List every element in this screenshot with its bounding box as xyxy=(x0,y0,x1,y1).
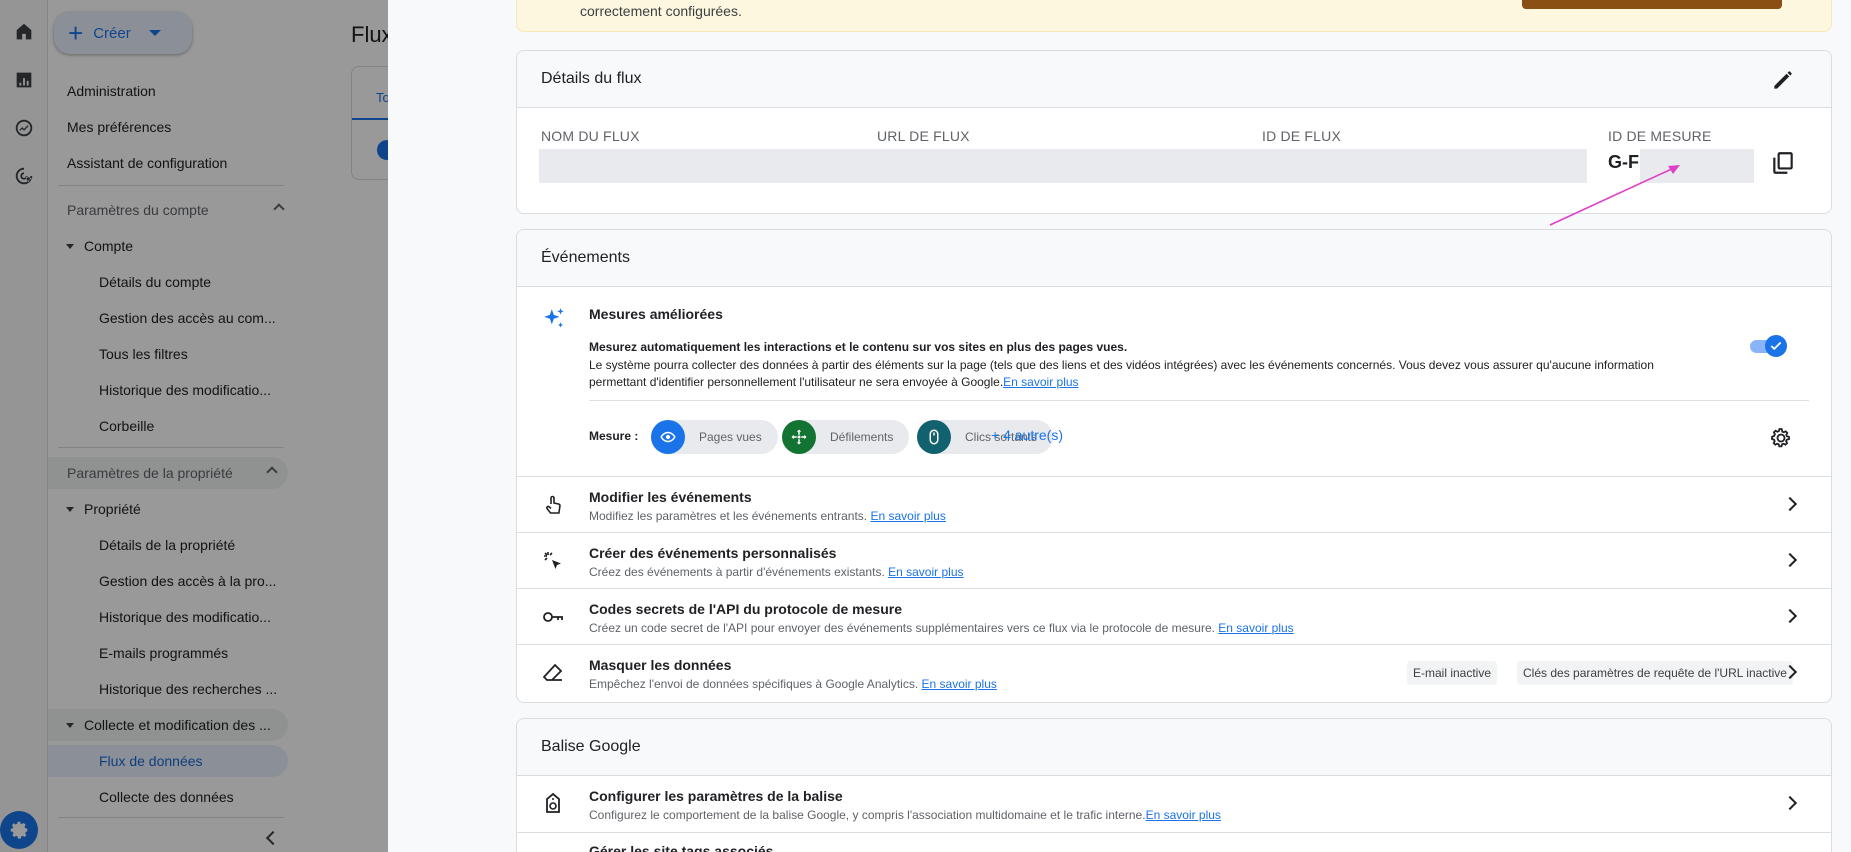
card-title: Détails du flux xyxy=(541,70,642,87)
chip-label: Défilements xyxy=(830,430,894,444)
enhanced-measurement-toggle[interactable] xyxy=(1750,335,1788,357)
chevron-right-icon xyxy=(1782,496,1798,512)
events-card: Événements Mesures améliorées Mesurez au… xyxy=(516,229,1832,703)
row-description: Créez un code secret de l'API pour envoy… xyxy=(589,621,1294,635)
banner-text: correctement configurées. xyxy=(580,3,742,19)
mouse-icon xyxy=(917,420,951,454)
row-description: Modifiez les paramètres et les événement… xyxy=(589,509,946,523)
tag-icon xyxy=(546,792,560,813)
description-text: Le système pourra collecter des données … xyxy=(589,358,1654,389)
edit-pencil-icon[interactable] xyxy=(1770,67,1796,93)
cursor-click-icon xyxy=(544,552,561,569)
redacted-values xyxy=(539,149,1587,183)
settings-gear-icon[interactable] xyxy=(1769,426,1793,450)
row-title: Modifier les événements xyxy=(589,489,752,505)
label-stream-id: ID DE FLUX xyxy=(1262,128,1342,144)
status-badge: E-mail inactive xyxy=(1407,661,1498,685)
enhanced-measurement-description: Le système pourra collecter des données … xyxy=(589,357,1709,390)
more-measures-link[interactable]: + 4 autre(s) xyxy=(991,427,1063,443)
description-text: Modifiez les paramètres et les événement… xyxy=(589,509,868,523)
row-api-secrets[interactable]: Codes secrets de l'API du protocole de m… xyxy=(517,588,1831,644)
label-stream-url: URL DE FLUX xyxy=(877,128,970,144)
chip-label: Pages vues xyxy=(699,430,762,444)
learn-more-link[interactable]: En savoir plus xyxy=(1218,621,1293,635)
row-title: Créer des événements personnalisés xyxy=(589,545,837,561)
chevron-right-icon xyxy=(1782,608,1798,624)
row-manage-site-tags[interactable]: Gérer les site tags associés xyxy=(517,832,1831,852)
row-title: Codes secrets de l'API du protocole de m… xyxy=(589,601,902,617)
card-header: Balise Google xyxy=(517,719,1831,776)
row-description: Configurez le comportement de la balise … xyxy=(589,808,1221,822)
learn-more-link[interactable]: En savoir plus xyxy=(922,677,997,691)
stream-details-panel: correctement configurées. Détails du flu… xyxy=(388,0,1851,852)
learn-more-link[interactable]: En savoir plus xyxy=(1003,375,1078,389)
label-measurement-id: ID DE MESURE xyxy=(1608,128,1712,144)
card-title: Événements xyxy=(541,249,630,266)
description-text: Créez des événements à partir d'événemen… xyxy=(589,565,885,579)
card-header: Événements xyxy=(517,230,1831,287)
card-title: Balise Google xyxy=(541,738,641,755)
check-icon xyxy=(1770,341,1782,351)
annotation-arrow xyxy=(1549,165,1680,226)
learn-more-link[interactable]: En savoir plus xyxy=(870,509,945,523)
enhanced-measurement-summary: Mesurez automatiquement les interactions… xyxy=(589,340,1128,354)
touch-hand-icon xyxy=(546,495,561,514)
description-text: Créez un code secret de l'API pour envoy… xyxy=(589,621,1215,635)
chip-page-views[interactable]: Pages vues xyxy=(651,420,778,454)
row-configure-tag[interactable]: Configurer les paramètres de la balise C… xyxy=(517,776,1831,832)
learn-more-link[interactable]: En savoir plus xyxy=(1146,808,1221,822)
section-divider xyxy=(589,400,1809,401)
banner-action-button[interactable] xyxy=(1522,0,1782,9)
chip-scrolls[interactable]: Défilements xyxy=(782,420,910,454)
chevron-right-icon xyxy=(1782,795,1798,811)
description-text: Configurez le comportement de la balise … xyxy=(589,808,1146,822)
chevron-right-icon xyxy=(1782,552,1798,568)
eraser-icon xyxy=(542,663,563,681)
row-description: Empêchez l'envoi de données spécifiques … xyxy=(589,677,997,691)
status-badge: Clés des paramètres de requête de l'URL … xyxy=(1517,661,1793,685)
measure-label: Mesure : xyxy=(589,429,639,443)
warning-banner: correctement configurées. xyxy=(516,0,1832,32)
card-header: Détails du flux xyxy=(517,51,1831,108)
sparkle-icon xyxy=(544,308,564,328)
label-stream-name: NOM DU FLUX xyxy=(541,128,640,144)
copy-icon[interactable] xyxy=(1770,150,1796,176)
enhanced-measurement-title: Mesures améliorées xyxy=(589,306,723,322)
eye-icon xyxy=(651,420,685,454)
row-redact-data[interactable]: Masquer les données Empêchez l'envoi de … xyxy=(517,644,1831,700)
row-title: Masquer les données xyxy=(589,657,732,673)
row-description: Créez des événements à partir d'événemen… xyxy=(589,565,964,579)
toggle-knob xyxy=(1765,335,1787,357)
row-modify-events[interactable]: Modifier les événements Modifiez les par… xyxy=(517,476,1831,532)
description-text: Empêchez l'envoi de données spécifiques … xyxy=(589,677,919,691)
row-title: Gérer les site tags associés xyxy=(589,843,774,852)
learn-more-link[interactable]: En savoir plus xyxy=(888,565,963,579)
row-title: Configurer les paramètres de la balise xyxy=(589,788,843,804)
row-create-custom-events[interactable]: Créer des événements personnalisés Créez… xyxy=(517,532,1831,588)
scroll-move-icon xyxy=(782,420,816,454)
google-tag-card: Balise Google Configurer les paramètres … xyxy=(516,718,1832,852)
key-icon xyxy=(543,612,563,622)
